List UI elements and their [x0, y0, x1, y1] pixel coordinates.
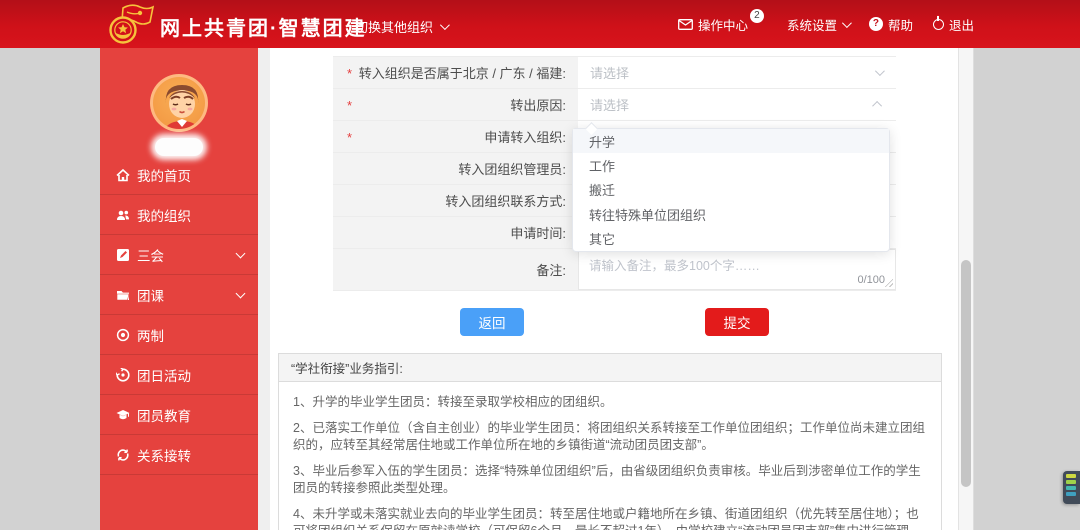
sidebar-item-label: 团员教育 [137, 405, 191, 425]
sidebar-item-relation-transfer[interactable]: 关系接转 [100, 435, 258, 475]
action-center-label: 操作中心 [698, 15, 748, 34]
sidebar-nav: 我的首页 我的组织 三会 团课 两制 团日活动 团员教育 [100, 155, 258, 475]
required-marker: * [347, 98, 352, 113]
dropdown-option[interactable]: 其它 [573, 227, 889, 251]
sidebar-item-tuanke[interactable]: 团课 [100, 275, 258, 315]
guide-box: “学社衔接”业务指引: 1、升学的毕业学生团员：转接至录取学校相应的团组织。 2… [278, 353, 942, 530]
edit-icon [116, 247, 131, 262]
app-header: 网上共青团·智慧团建 切换其他组织 操作中心 2 系统设置 ? 帮助 退出 [0, 0, 1080, 48]
target-icon [116, 327, 131, 342]
app-title: 网上共青团·智慧团建 [160, 12, 367, 41]
transfer-reason-dropdown: 升学 工作 搬迁 转往特殊单位团组织 其它 [572, 128, 890, 252]
sidebar-item-liangzhi[interactable]: 两制 [100, 315, 258, 355]
form-row-region: * 转入组织是否属于北京 / 广东 / 福建: 请选择 [333, 57, 896, 89]
sidebar-item-member-education[interactable]: 团员教育 [100, 395, 258, 435]
chevron-up-icon [872, 101, 882, 111]
field-label: 转入团组织管理员: [333, 153, 578, 184]
form-row-transfer-reason: * 转出原因: 请选择 [333, 89, 896, 121]
chevron-down-icon [236, 248, 246, 258]
field-label: 转入团组织联系方式: [333, 185, 578, 216]
switch-organization[interactable]: 切换其他组织 [355, 17, 447, 36]
notification-badge: 2 [750, 9, 764, 23]
dropdown-option[interactable]: 转往特殊单位团组织 [573, 202, 889, 226]
user-avatar [150, 74, 208, 132]
sidebar-item-my-organization[interactable]: 我的组织 [100, 195, 258, 235]
dropdown-option[interactable]: 升学 [573, 129, 889, 153]
chevron-down-icon [875, 66, 885, 76]
submit-button[interactable]: 提交 [705, 308, 769, 336]
sidebar-item-label: 团课 [137, 285, 164, 305]
main-content: * 转入组织是否属于北京 / 广东 / 福建: 请选择 * 转出原因: 请选择 … [270, 48, 958, 530]
power-icon [933, 19, 944, 30]
scrollbar-thumb[interactable] [961, 260, 971, 487]
sidebar-item-label: 两制 [137, 325, 164, 345]
back-button[interactable]: 返回 [460, 308, 524, 336]
sidebar-item-sanhui[interactable]: 三会 [100, 235, 258, 275]
system-settings-label: 系统设置 [787, 15, 837, 34]
help[interactable]: ? 帮助 [869, 15, 913, 34]
help-label: 帮助 [888, 15, 913, 34]
logout[interactable]: 退出 [933, 15, 974, 34]
sidebar-item-label: 三会 [137, 245, 164, 265]
field-label: 备注: [333, 249, 578, 290]
page-scrollbar[interactable] [958, 48, 974, 530]
system-settings[interactable]: 系统设置 [787, 15, 849, 34]
widget-dot [1066, 480, 1076, 484]
remark-textarea[interactable] [579, 250, 895, 289]
widget-dot [1066, 486, 1076, 490]
guide-body: 1、升学的毕业学生团员：转接至录取学校相应的团组织。 2、已落实工作单位（含自主… [279, 382, 941, 530]
question-icon: ? [869, 17, 883, 31]
field-label: 申请时间: [333, 217, 578, 248]
sidebar-item-label: 关系接转 [137, 445, 191, 465]
form-row-remark: 备注: 0/100 [333, 249, 896, 291]
home-icon [116, 167, 131, 182]
recycle-icon [116, 367, 131, 382]
layout-gap [258, 48, 270, 530]
select-placeholder: 请选择 [590, 63, 629, 82]
guide-item: 2、已落实工作单位（含自主创业）的毕业学生团员：将团组织关系转接至工作单位团组织… [293, 420, 927, 454]
char-counter: 0/100 [857, 274, 885, 286]
sidebar-item-home[interactable]: 我的首页 [100, 155, 258, 195]
guide-item: 3、毕业后参军入伍的学生团员：选择“特殊单位团组织”后，由省级团组织负责审核。毕… [293, 463, 927, 497]
graduation-icon [116, 407, 131, 422]
folder-icon [116, 287, 131, 302]
region-select[interactable]: 请选择 [578, 57, 896, 88]
required-marker: * [347, 130, 352, 145]
transfer-reason-select[interactable]: 请选择 [578, 89, 896, 120]
transfer-icon [116, 447, 131, 462]
select-placeholder: 请选择 [590, 95, 629, 114]
remark-cell: 0/100 [578, 249, 896, 290]
floating-tool-widget[interactable] [1063, 471, 1080, 504]
sidebar-item-label: 我的首页 [137, 165, 191, 185]
dropdown-option[interactable]: 工作 [573, 153, 889, 177]
logout-label: 退出 [949, 15, 974, 34]
guide-title: “学社衔接”业务指引: [279, 354, 941, 382]
sidebar-item-tuanri-activity[interactable]: 团日活动 [100, 355, 258, 395]
dropdown-option[interactable]: 搬迁 [573, 178, 889, 202]
field-label: * 申请转入组织: [333, 121, 578, 152]
widget-dot [1066, 474, 1076, 478]
mail-icon [678, 19, 693, 30]
sidebar-item-label: 我的组织 [137, 205, 191, 225]
sidebar: 我的首页 我的组织 三会 团课 两制 团日活动 团员教育 [100, 48, 258, 530]
guide-item: 1、升学的毕业学生团员：转接至录取学校相应的团组织。 [293, 394, 927, 411]
users-icon [116, 207, 131, 222]
cyl-emblem-logo [107, 2, 155, 46]
guide-item: 4、未升学或未落实就业去向的毕业学生团员：转至居住地或户籍地所在乡镇、街道团组织… [293, 506, 927, 530]
action-center[interactable]: 操作中心 2 [678, 15, 767, 34]
required-marker: * [347, 66, 352, 81]
chevron-down-icon [842, 18, 852, 28]
widget-dot [1066, 492, 1076, 496]
field-label: * 转入组织是否属于北京 / 广东 / 福建: [333, 57, 578, 88]
switch-organization-label: 切换其他组织 [355, 17, 433, 36]
chevron-down-icon [236, 288, 246, 298]
field-label: * 转出原因: [333, 89, 578, 120]
user-name-redacted [155, 138, 203, 156]
sidebar-item-label: 团日活动 [137, 365, 191, 385]
chevron-down-icon [440, 20, 450, 30]
remark-textarea-box: 0/100 [578, 249, 896, 290]
